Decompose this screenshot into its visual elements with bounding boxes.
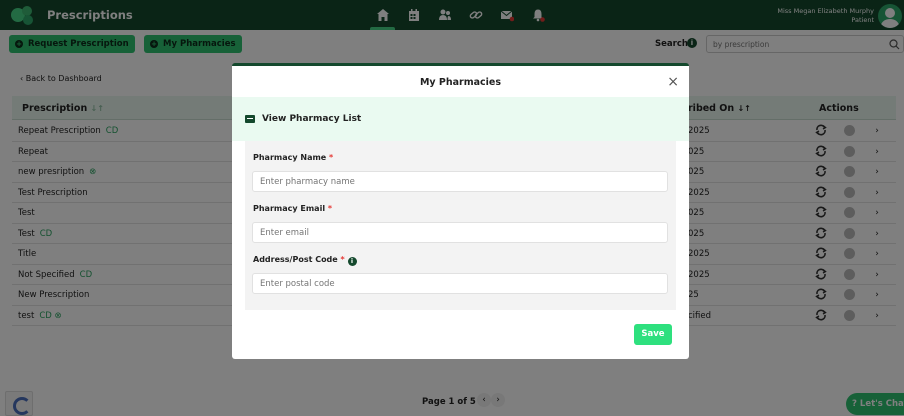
close-icon[interactable]: × xyxy=(667,75,679,89)
pharmacy-email-field[interactable] xyxy=(252,222,668,243)
pharmacy-name-label: Pharmacy Name * xyxy=(253,153,334,162)
list-icon xyxy=(245,115,255,123)
address-postcode-label: Address/Post Code * i xyxy=(253,255,357,266)
my-pharmacies-modal: My Pharmacies × View Pharmacy List Pharm… xyxy=(232,63,689,359)
save-button[interactable]: Save xyxy=(634,324,672,345)
modal-title: My Pharmacies xyxy=(419,77,502,88)
pharmacy-email-label: Pharmacy Email * xyxy=(253,204,333,213)
pharmacy-form: Pharmacy Name * Pharmacy Email * Address… xyxy=(245,141,676,310)
view-pharmacy-list-label: View Pharmacy List xyxy=(262,114,362,124)
info-icon[interactable]: i xyxy=(347,257,357,266)
pharmacy-name-field[interactable] xyxy=(252,171,668,192)
view-pharmacy-list-button[interactable]: View Pharmacy List xyxy=(232,97,689,141)
postal-code-field[interactable] xyxy=(252,273,668,294)
